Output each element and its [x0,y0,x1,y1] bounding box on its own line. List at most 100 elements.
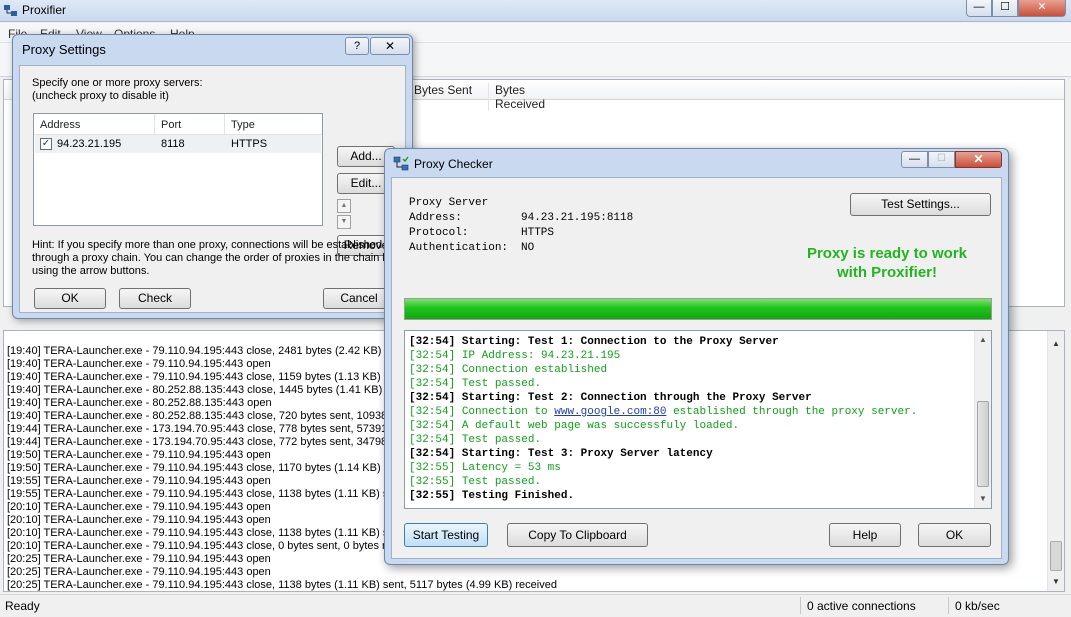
output-message: Starting: Test 2: Connection through the… [461,392,812,404]
scroll-up-arrow-icon[interactable]: ▲ [979,335,987,344]
settings-body: Specify one or more proxy servers: (unch… [19,65,406,313]
checker-body: Proxy Server Address: 94.23.21.195:8118 … [391,177,1002,559]
proxy-server-heading: Proxy Server [409,197,489,209]
column-bytes-sent[interactable]: Bytes Sent [408,83,488,97]
log-line: [20:25] TERA-Launcher.exe - 79.110.94.19… [7,579,557,591]
authentication-value: NO [521,242,535,254]
column-bytes-received[interactable]: Bytes Received [488,83,578,111]
ready-message-line: with Proxifier! [836,264,937,281]
window-title: Proxifier [22,3,67,17]
output-timestamp: [32:54] [409,378,456,390]
output-timestamp: [32:54] [409,392,456,404]
proxy-checker-dialog: Proxy Checker — ☐ ✕ Proxy Server Address… [384,148,1009,565]
output-scrollbar[interactable]: ▲ ▼ [974,331,991,508]
minimize-button[interactable]: — [901,151,928,168]
output-scroll-thumb[interactable] [977,401,989,487]
output-line: [32:54] IP Address: 94.23.21.195 [409,349,917,363]
column-divider [154,114,155,134]
copy-to-clipboard-button[interactable]: Copy To Clipboard [507,523,648,547]
ready-message-line: Proxy is ready to work [806,245,968,262]
status-divider [948,597,949,614]
minimize-button[interactable]: — [966,0,992,17]
protocol-label: Protocol: [409,227,469,239]
ok-button[interactable]: OK [34,288,106,309]
status-ready: Ready [5,599,40,613]
hint-text: through a proxy chain. You can change th… [32,252,395,264]
status-divider [800,597,801,614]
output-timestamp: [32:55] [409,490,456,502]
progress-fill [405,299,991,319]
help-button[interactable]: Help [829,523,901,547]
hint-text: using the arrow buttons. [32,265,150,277]
protocol-value: HTTPS [521,227,555,239]
proxy-address: 94.23.21.195 [57,138,122,150]
intro-subtext: (uncheck proxy to disable it) [32,90,169,102]
test-settings-button[interactable]: Test Settings... [850,193,991,216]
ready-message: Proxy is ready to work with Proxifier! [782,244,992,282]
scroll-down-arrow-icon[interactable]: ▼ [979,494,987,503]
column-type[interactable]: Type [231,119,255,131]
hint-text: Hint: If you specify more than one proxy… [32,239,383,251]
output-timestamp: [32:54] [409,336,456,348]
output-timestamp: [32:54] [409,364,456,376]
test-output-log[interactable]: [32:54] Starting: Test 1: Connection to … [404,330,992,509]
help-button[interactable]: ? [345,37,369,55]
check-button[interactable]: Check [119,288,191,309]
proxy-row[interactable]: ✓ 94.23.21.195 8118 HTTPS [35,135,321,153]
output-line: [32:54] Connection established [409,363,917,377]
move-up-arrow-icon[interactable]: ▲ [337,199,351,213]
ok-button[interactable]: OK [918,523,991,547]
output-timestamp: [32:54] [409,350,456,362]
column-divider [224,114,225,134]
authentication-label: Authentication: [409,242,509,254]
dialog-title: Proxy Checker [414,157,493,171]
output-message: Test passed. [461,476,542,488]
address-value: 94.23.21.195:8118 [521,212,634,224]
log-scroll-thumb[interactable] [1050,541,1062,571]
output-line: [32:55] Latency = 53 ms [409,461,917,475]
output-message: Latency = 53 ms [461,462,561,474]
log-scrollbar[interactable]: ▲ ▼ [1047,331,1064,591]
output-line: [32:54] Test passed. [409,433,917,447]
proxy-type: HTTPS [231,138,268,150]
main-titlebar: Proxifier — ☐ ✕ [0,0,1071,22]
output-line: [32:54] Starting: Test 2: Connection thr… [409,391,917,405]
proxy-settings-dialog: Proxy Settings ? ✕ Specify one or more p… [12,34,413,319]
output-timestamp: [32:54] [409,420,456,432]
scroll-down-arrow-icon[interactable]: ▼ [1052,577,1060,586]
output-message: Testing Finished. [461,490,575,502]
output-message: Test passed. [461,434,542,446]
proxy-enabled-checkbox[interactable]: ✓ [40,138,52,150]
scroll-up-arrow-icon[interactable]: ▲ [1052,339,1060,348]
status-bar: Ready 0 active connections 0 kb/sec [0,594,1071,617]
log-line: [20:25] TERA-Launcher.exe - 79.110.94.19… [7,566,271,578]
maximize-button[interactable]: ☐ [928,151,955,168]
proxy-port: 8118 [161,138,185,150]
close-button[interactable]: ✕ [370,37,410,55]
start-testing-button[interactable]: Start Testing [404,523,488,547]
output-lines: [32:54] Starting: Test 1: Connection to … [409,335,917,503]
output-message: A default web page was successfuly loade… [461,420,740,432]
maximize-button[interactable]: ☐ [992,0,1018,17]
column-port[interactable]: Port [161,119,181,131]
status-speed: 0 kb/sec [955,599,1000,613]
address-label: Address: [409,212,462,224]
column-address[interactable]: Address [40,119,80,131]
output-line: [32:54] Starting: Test 1: Connection to … [409,335,917,349]
move-down-arrow-icon[interactable]: ▼ [337,215,351,229]
output-line: [32:54] Connection to www.google.com:80 … [409,405,917,419]
close-button[interactable]: ✕ [1018,0,1066,17]
output-message: Starting: Test 1: Connection to the Prox… [461,336,779,348]
output-line: [32:54] Starting: Test 3: Proxy Server l… [409,447,917,461]
output-message: IP Address: 94.23.21.195 [461,350,621,362]
close-button[interactable]: ✕ [955,151,1002,168]
output-timestamp: [32:55] [409,476,456,488]
output-line: [32:54] Test passed. [409,377,917,391]
output-link[interactable]: www.google.com:80 [554,406,666,418]
proxy-list[interactable]: Address Port Type ✓ 94.23.21.195 8118 HT… [33,113,323,226]
status-active-connections: 0 active connections [807,599,916,613]
output-message: Starting: Test 3: Proxy Server latency [461,448,713,460]
output-message: Test passed. [461,378,542,390]
output-line: [32:55] Testing Finished. [409,489,917,503]
output-timestamp: [32:54] [409,448,456,460]
